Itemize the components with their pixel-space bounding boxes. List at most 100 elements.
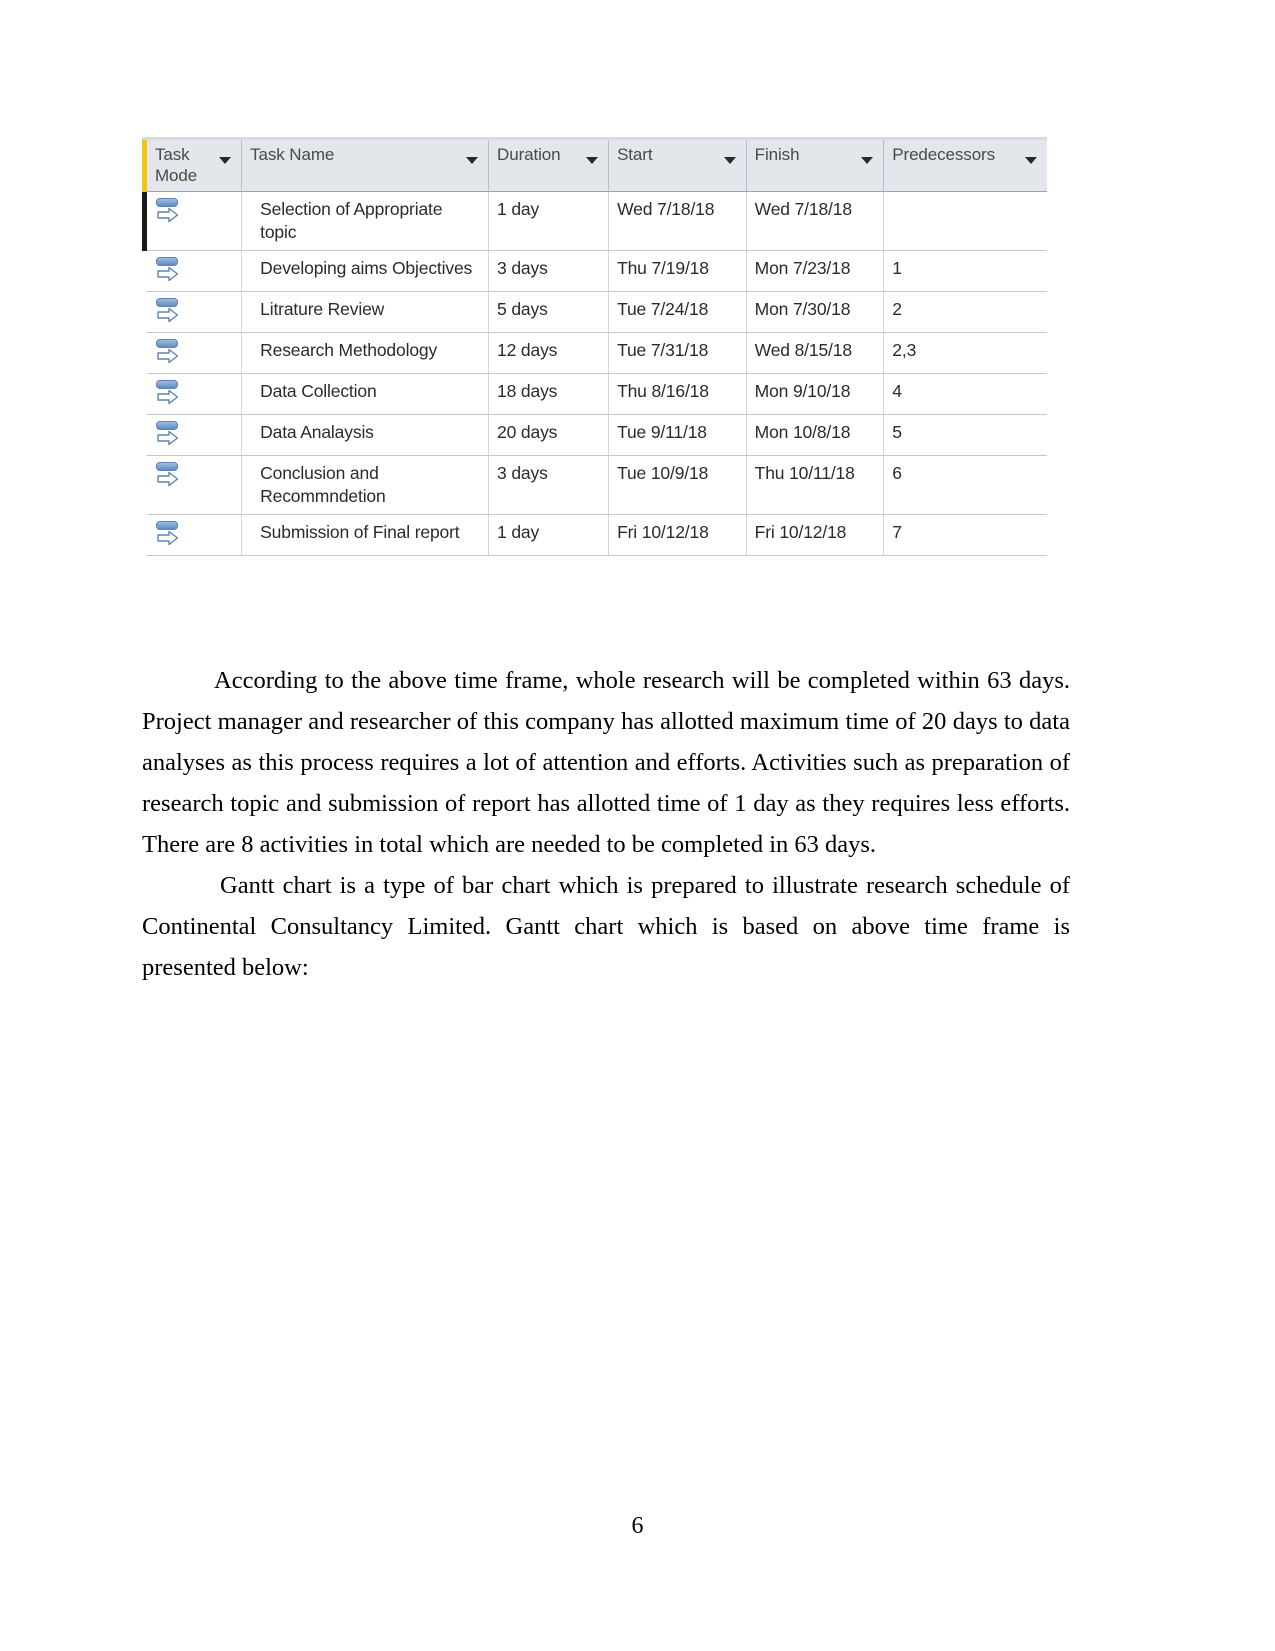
cell-predecessors[interactable]: 5 [883, 414, 1047, 456]
auto-schedule-icon-arrow [157, 389, 179, 404]
table-row[interactable]: Selection of Appropriate topic 1 day Wed 7… [141, 191, 1047, 251]
auto-schedule-icon [153, 297, 183, 327]
cell-task-name[interactable]: Research Methodology [241, 332, 490, 374]
cell-duration[interactable]: 1 day [488, 514, 610, 556]
cell-task-mode[interactable] [141, 191, 243, 251]
cell-start[interactable]: Tue 9/11/18 [608, 414, 747, 456]
cell-start[interactable]: Tue 10/9/18 [608, 455, 747, 515]
cell-task-mode[interactable] [144, 373, 243, 415]
auto-schedule-icon [153, 197, 183, 227]
auto-schedule-icon-bar [156, 256, 178, 266]
cell-finish[interactable]: Mon 7/30/18 [746, 291, 885, 333]
cell-predecessors[interactable]: 7 [883, 514, 1047, 556]
cell-predecessors[interactable]: 6 [883, 455, 1047, 515]
auto-schedule-icon-arrow [157, 307, 179, 322]
table-row[interactable]: Research Methodology 12 days Tue 7/31/18 We… [144, 332, 1047, 374]
cell-task-mode[interactable] [144, 455, 243, 515]
cell-task-mode[interactable] [144, 332, 243, 374]
cell-start[interactable]: Thu 7/19/18 [608, 250, 747, 292]
document-body-text: According to the above time frame, whole… [142, 660, 1070, 988]
auto-schedule-icon-arrow [157, 530, 179, 546]
cell-task-name[interactable]: Selection of Appropriate topic [241, 191, 490, 251]
auto-schedule-icon [153, 379, 183, 409]
auto-schedule-icon [153, 420, 183, 450]
cell-task-mode[interactable] [144, 291, 243, 333]
cell-start[interactable]: Thu 8/16/18 [608, 373, 747, 415]
auto-schedule-icon-arrow [157, 471, 179, 486]
cell-start[interactable]: Tue 7/24/18 [608, 291, 747, 333]
cell-finish[interactable]: Fri 10/12/18 [746, 514, 885, 556]
auto-schedule-icon-arrow [157, 207, 179, 222]
cell-task-name[interactable]: Conclusion and Recommndetion [241, 455, 490, 515]
auto-schedule-icon-bar [156, 197, 178, 207]
paragraph-timeframe-summary: According to the above time frame, whole… [142, 667, 1070, 858]
project-schedule-table: Task Mode Task Name Duration Start Finis… [141, 140, 1047, 556]
filter-dropdown-icon-task-mode[interactable] [219, 157, 232, 164]
filter-dropdown-icon-finish[interactable] [861, 157, 874, 164]
table-row[interactable]: Litrature Review 5 days Tue 7/24/18 Mon 7/3… [144, 291, 1047, 333]
cell-predecessors[interactable]: 4 [883, 373, 1047, 415]
auto-schedule-icon-arrow [157, 430, 179, 445]
column-header-task-mode[interactable]: Task Mode [141, 140, 243, 192]
table-header-row: Task Mode Task Name Duration Start Finis… [141, 140, 1047, 192]
auto-schedule-icon [153, 461, 183, 491]
cell-task-name[interactable]: Submission of Final report [241, 514, 490, 556]
cell-predecessors[interactable]: 2 [883, 291, 1047, 333]
column-header-duration-label: Duration [497, 145, 561, 164]
filter-dropdown-icon-predecessors[interactable] [1025, 157, 1037, 164]
cell-duration[interactable]: 12 days [488, 332, 610, 374]
cell-finish[interactable]: Wed 8/15/18 [746, 332, 885, 374]
table-row[interactable]: Submission of Final report 1 day Fri 10/12… [144, 514, 1047, 556]
cell-task-mode[interactable] [144, 414, 243, 456]
column-header-start[interactable]: Start [608, 140, 747, 192]
cell-start[interactable]: Fri 10/12/18 [608, 514, 747, 556]
auto-schedule-icon-bar [156, 520, 178, 530]
auto-schedule-icon-bar [156, 338, 178, 348]
cell-finish[interactable]: Mon 9/10/18 [746, 373, 885, 415]
auto-schedule-icon-bar [156, 379, 178, 389]
cell-start[interactable]: Wed 7/18/18 [608, 191, 747, 251]
cell-finish[interactable]: Thu 10/11/18 [746, 455, 885, 515]
column-header-duration[interactable]: Duration [488, 140, 610, 192]
cell-duration[interactable]: 20 days [488, 414, 610, 456]
column-header-start-label: Start [617, 145, 653, 164]
table-row[interactable]: Data Collection 18 days Thu 8/16/18 Mon 9/1… [144, 373, 1047, 415]
auto-schedule-icon [153, 338, 183, 368]
column-header-predecessors[interactable]: Predecessors [883, 140, 1047, 192]
cell-duration[interactable]: 5 days [488, 291, 610, 333]
cell-task-name[interactable]: Developing aims Objectives [241, 250, 490, 292]
cell-finish[interactable]: Mon 10/8/18 [746, 414, 885, 456]
auto-schedule-icon-arrow [157, 348, 179, 363]
cell-task-name[interactable]: Data Collection [241, 373, 490, 415]
auto-schedule-icon-bar [156, 420, 178, 430]
cell-duration[interactable]: 3 days [488, 455, 610, 515]
filter-dropdown-icon-task-name[interactable] [466, 157, 479, 164]
filter-dropdown-icon-start[interactable] [723, 157, 736, 164]
column-header-task-name[interactable]: Task Name [241, 140, 490, 192]
cell-predecessors[interactable]: 1 [883, 250, 1047, 292]
cell-duration[interactable]: 18 days [488, 373, 610, 415]
auto-schedule-icon-arrow [157, 266, 179, 281]
table-row[interactable]: Developing aims Objectives 3 days Thu 7/19… [144, 250, 1047, 292]
table-row[interactable]: Conclusion and Recommndetion 3 days Tue 10… [144, 455, 1047, 515]
auto-schedule-icon-bar [156, 461, 178, 471]
cell-predecessors[interactable]: 2,3 [883, 332, 1047, 374]
cell-finish[interactable]: Mon 7/23/18 [746, 250, 885, 292]
table-header: Task Mode Task Name Duration Start Finis… [141, 140, 1047, 192]
auto-schedule-icon-bar [156, 297, 178, 307]
paragraph-gantt-intro: Gantt chart is a type of bar chart which… [142, 872, 1070, 981]
cell-duration[interactable]: 1 day [488, 191, 610, 251]
column-header-task-mode-label: Task Mode [155, 145, 198, 186]
cell-finish[interactable]: Wed 7/18/18 [746, 191, 885, 251]
cell-task-name[interactable]: Litrature Review [241, 291, 490, 333]
cell-task-mode[interactable] [144, 514, 243, 556]
cell-duration[interactable]: 3 days [488, 250, 610, 292]
cell-task-name[interactable]: Data Analaysis [241, 414, 490, 456]
column-header-finish[interactable]: Finish [746, 140, 885, 192]
auto-schedule-icon [153, 520, 183, 550]
table-row[interactable]: Data Analaysis 20 days Tue 9/11/18 Mon 10/8… [144, 414, 1047, 456]
cell-predecessors[interactable] [883, 191, 1047, 251]
cell-start[interactable]: Tue 7/31/18 [608, 332, 747, 374]
cell-task-mode[interactable] [144, 250, 243, 292]
filter-dropdown-icon-duration[interactable] [586, 157, 599, 164]
